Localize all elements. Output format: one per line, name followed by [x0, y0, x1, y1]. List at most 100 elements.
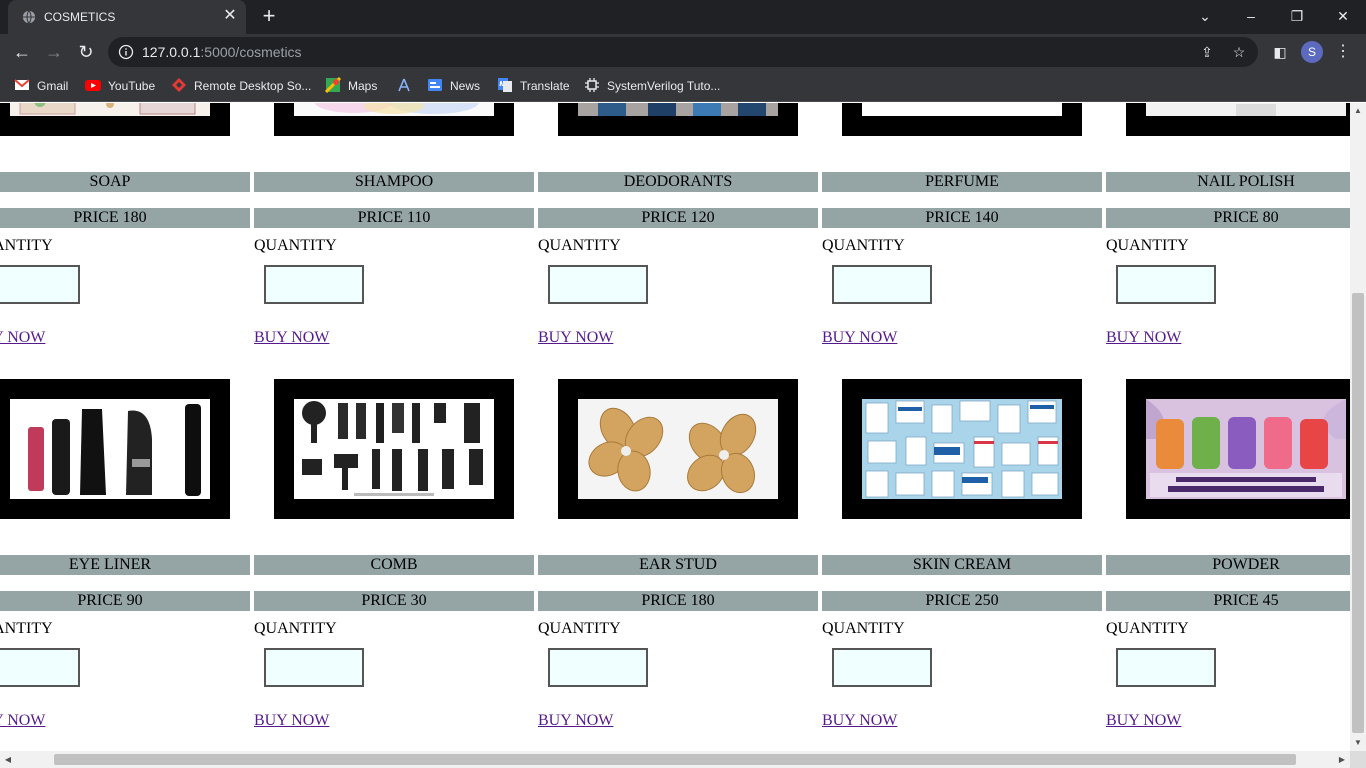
eye-liner-image[interactable] — [10, 399, 210, 499]
buy-now-link[interactable]: BUY NOW — [1106, 327, 1181, 349]
url-host: 127.0.0.1 — [142, 44, 201, 60]
new-tab-button[interactable]: + — [258, 5, 280, 28]
bookmark-star-icon[interactable]: ☆ — [1230, 43, 1248, 61]
buy-now-link[interactable]: BUY NOW — [822, 327, 897, 349]
bookmark-systemverilog[interactable]: SystemVerilog Tuto... — [584, 76, 720, 96]
buy-now-link[interactable]: BUY NOW — [0, 327, 45, 349]
buy-now-link[interactable]: BUY NOW — [822, 710, 897, 732]
bookmark-label: Translate — [520, 79, 570, 93]
soap-image[interactable] — [10, 103, 210, 116]
bookmark-gmail[interactable]: Gmail — [14, 76, 68, 96]
vertical-scroll-thumb[interactable] — [1352, 293, 1364, 733]
buy-now-link[interactable]: BUY NOW — [538, 710, 613, 732]
product-price: PRICE 110 — [254, 208, 534, 228]
back-icon[interactable]: ← — [10, 40, 34, 64]
quantity-input[interactable] — [832, 265, 932, 304]
bookmark-app[interactable] — [396, 76, 419, 96]
product-card-comb: COMB PRICE 30 QUANTITY BUY NOW — [254, 379, 554, 739]
profile-avatar[interactable]: S — [1301, 41, 1323, 63]
skin-cream-image[interactable] — [862, 399, 1062, 499]
comb-image[interactable] — [294, 399, 494, 499]
buy-now-link[interactable]: BUY NOW — [538, 327, 613, 349]
product-name: DEODORANTS — [538, 172, 818, 192]
quantity-label: QUANTITY — [822, 237, 905, 254]
restore-button[interactable]: ❐ — [1274, 0, 1320, 32]
nail-polish-image[interactable] — [1146, 103, 1346, 116]
product-image-frame — [1126, 103, 1350, 136]
quantity-input[interactable] — [264, 265, 364, 304]
shampoo-image[interactable] — [294, 103, 494, 116]
product-card-soap: SOAP PRICE 180 QUANTITY BUY NOW — [0, 103, 270, 356]
menu-icon[interactable]: ⋮ — [1334, 40, 1352, 64]
quantity-label: QUANTITY — [254, 237, 337, 254]
quantity-input[interactable] — [832, 648, 932, 687]
browser-toolbar: ← → ↻ 127.0.0.1:5000/cosmetics ⇪ ☆ ◧ S ⋮ — [0, 34, 1366, 70]
powder-image[interactable] — [1146, 399, 1346, 499]
buy-now-link[interactable]: BUY NOW — [1106, 710, 1181, 732]
product-name: PERFUME — [822, 172, 1102, 192]
quantity-input[interactable] — [1116, 265, 1216, 304]
deodorants-image[interactable] — [578, 103, 778, 116]
product-card-powder: POWDER PRICE 45 QUANTITY BUY NOW — [1106, 379, 1350, 739]
bookmark-news[interactable]: News — [427, 76, 480, 96]
product-image-frame — [0, 103, 230, 136]
quantity-input[interactable] — [0, 265, 80, 304]
product-price: PRICE 30 — [254, 591, 534, 611]
scroll-right-arrow-icon[interactable]: ▶ — [1334, 751, 1350, 768]
quantity-label: QUANTITY — [254, 620, 337, 637]
quantity-label: QUANTITY — [538, 237, 621, 254]
product-card-perfume: PERFUME PRICE 140 QUANTITY BUY NOW — [822, 103, 1122, 356]
quantity-input[interactable] — [548, 648, 648, 687]
scroll-left-arrow-icon[interactable]: ◀ — [0, 751, 16, 768]
site-info-icon[interactable] — [118, 44, 134, 60]
product-price: PRICE 45 — [1106, 591, 1350, 611]
horizontal-scroll-thumb[interactable] — [54, 754, 1296, 765]
product-image-frame — [1126, 379, 1350, 519]
scroll-down-arrow-icon[interactable]: ▼ — [1350, 735, 1366, 751]
ear-stud-image[interactable] — [578, 399, 778, 499]
buy-now-link[interactable]: BUY NOW — [254, 710, 329, 732]
minimize-button[interactable]: – — [1228, 0, 1274, 32]
product-name: SKIN CREAM — [822, 555, 1102, 575]
quantity-input[interactable] — [0, 648, 80, 687]
scroll-up-arrow-icon[interactable]: ▲ — [1350, 103, 1366, 119]
close-tab-icon[interactable]: ✕ — [220, 6, 240, 26]
horizontal-scrollbar[interactable]: ◀ ▶ — [0, 751, 1350, 768]
side-panel-icon[interactable]: ◧ — [1268, 40, 1292, 64]
vertical-scrollbar[interactable]: ▲ ▼ — [1350, 103, 1366, 751]
product-name: COMB — [254, 555, 534, 575]
perfume-image[interactable] — [862, 103, 1062, 116]
tab-search-icon[interactable]: ⌄ — [1182, 0, 1228, 32]
product-image-frame — [842, 103, 1082, 136]
active-tab[interactable]: COSMETICS ✕ — [8, 0, 246, 34]
forward-icon[interactable]: → — [42, 40, 66, 64]
quantity-input[interactable] — [1116, 648, 1216, 687]
quantity-label: QUANTITY — [538, 620, 621, 637]
product-card-shampoo: SHAMPOO PRICE 110 QUANTITY BUY NOW — [254, 103, 554, 356]
buy-now-link[interactable]: BUY NOW — [254, 327, 329, 349]
tab-title: COSMETICS — [44, 10, 116, 24]
url-text: 127.0.0.1:5000/cosmetics — [142, 44, 302, 60]
product-name: NAIL POLISH — [1106, 172, 1350, 192]
address-bar[interactable]: 127.0.0.1:5000/cosmetics ⇪ ☆ — [108, 37, 1258, 67]
bookmark-maps[interactable]: Maps — [325, 76, 377, 96]
share-icon[interactable]: ⇪ — [1198, 43, 1216, 61]
close-window-button[interactable]: ✕ — [1320, 0, 1366, 32]
bookmark-remote-desktop[interactable]: Remote Desktop So... — [171, 76, 311, 96]
quantity-input[interactable] — [548, 265, 648, 304]
buy-now-link[interactable]: BUY NOW — [0, 710, 45, 732]
bookmark-translate[interactable]: Translate — [497, 76, 570, 96]
reload-icon[interactable]: ↻ — [74, 40, 98, 64]
product-name: POWDER — [1106, 555, 1350, 575]
quantity-input[interactable] — [264, 648, 364, 687]
bookmark-label: SystemVerilog Tuto... — [607, 79, 721, 93]
quantity-label: QUANTITY — [822, 620, 905, 637]
product-name: EYE LINER — [0, 555, 250, 575]
bookmark-label: Maps — [348, 79, 378, 93]
product-price: PRICE 140 — [822, 208, 1102, 228]
maps-icon — [325, 77, 341, 93]
product-card-nail-polish: NAIL POLISH PRICE 80 QUANTITY BUY NOW — [1106, 103, 1350, 356]
product-card-eye-liner: EYE LINER PRICE 90 QUANTITY BUY NOW — [0, 379, 270, 739]
product-image-frame — [274, 103, 514, 136]
bookmark-youtube[interactable]: YouTube — [85, 76, 155, 96]
